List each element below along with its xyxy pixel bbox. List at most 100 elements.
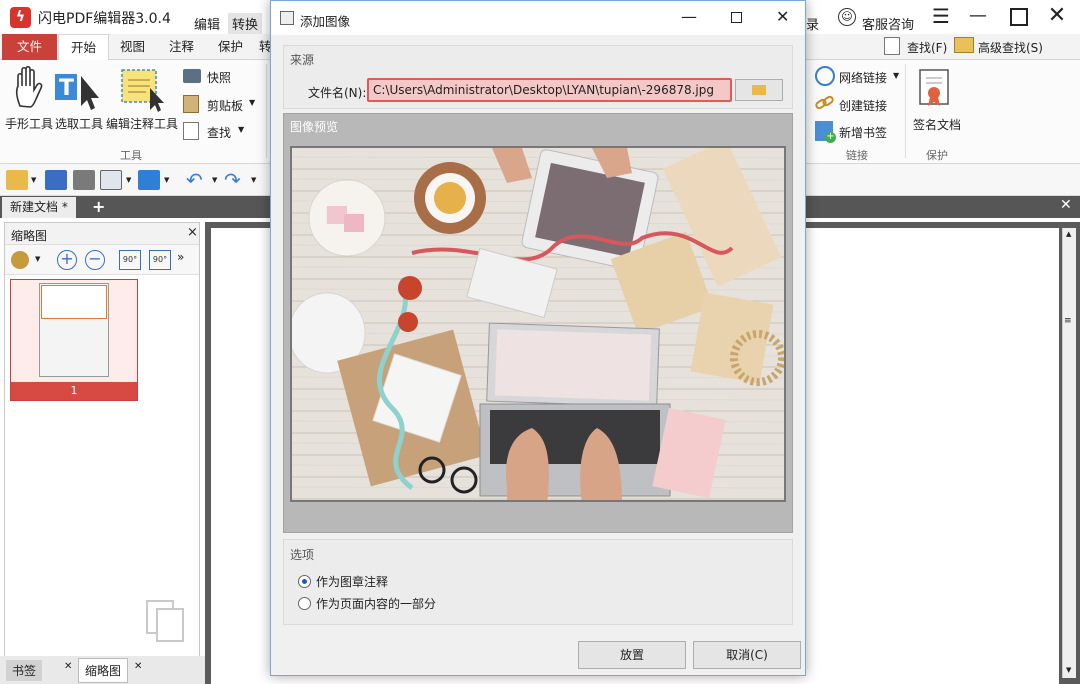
find-icon[interactable] [884, 37, 900, 55]
add-tab-icon[interactable]: + [92, 197, 105, 216]
email-icon[interactable] [100, 170, 122, 190]
globe-icon[interactable] [815, 66, 835, 86]
settings-gear-icon[interactable] [11, 251, 29, 269]
option-page-content-label[interactable]: 作为页面内容的一部分 [316, 595, 436, 612]
menu-convert[interactable]: 转换 [228, 13, 263, 34]
scroll-up-icon[interactable]: ▲ [1066, 230, 1071, 238]
menu-edit[interactable]: 编辑 [190, 13, 224, 34]
hamburger-menu-icon[interactable]: ☰ [925, 3, 957, 31]
place-button[interactable]: 放置 [578, 641, 686, 669]
radio-page-content[interactable] [298, 597, 311, 610]
vertical-scrollbar[interactable]: ▲ ≡ ▼ [1062, 228, 1076, 678]
advanced-find-icon[interactable] [954, 37, 974, 53]
more-tools-icon[interactable]: » [177, 250, 184, 264]
snapshot-label[interactable]: 快照 [207, 69, 231, 86]
dialog-close-icon[interactable]: ✕ [776, 7, 789, 26]
document-tab[interactable]: 新建文档 * [2, 197, 76, 218]
create-link-label[interactable]: 创建链接 [839, 97, 887, 114]
find-label[interactable]: 查找(F) [907, 39, 947, 56]
scanner-icon[interactable] [138, 170, 160, 190]
links-group-caption: 链接 [846, 149, 868, 162]
rotate-right-icon[interactable]: 90° [149, 250, 171, 270]
close-document-icon[interactable]: ✕ [1060, 197, 1072, 213]
save-icon[interactable] [45, 170, 67, 190]
open-dropdown-icon[interactable]: ▼ [31, 176, 36, 184]
find-small-label[interactable]: 查找 [207, 124, 231, 141]
ribbon-separator [905, 64, 906, 158]
cancel-button[interactable]: 取消(C) [693, 641, 801, 669]
settings-dropdown-icon[interactable]: ▼ [35, 255, 40, 263]
select-text-tool-icon[interactable]: T [55, 68, 103, 112]
chain-link-icon[interactable] [815, 94, 835, 112]
close-window-icon[interactable]: ✕ [1041, 3, 1073, 31]
page-thumbnail[interactable]: 1 [10, 279, 138, 401]
menu-support[interactable]: 客服咨询 [858, 13, 918, 34]
viewport-indicator [41, 285, 107, 319]
thumbnails-tab-close-icon[interactable]: ✕ [134, 661, 142, 672]
desk-photo-illustration [292, 148, 784, 500]
page-thumbnail-image [39, 283, 109, 377]
redo-dropdown-icon[interactable]: ▼ [251, 176, 256, 184]
thumbnail-panel: 缩略图 × ▼ + − 90° 90° » 1 [4, 222, 200, 658]
hand-tool-label[interactable]: 手形工具 [5, 115, 53, 132]
tab-home[interactable]: 开始 [58, 34, 110, 61]
bookmarks-tab-close-icon[interactable]: ✕ [64, 661, 72, 672]
panel-close-icon[interactable]: × [187, 225, 198, 240]
zoom-out-icon[interactable]: − [85, 250, 105, 270]
advanced-find-label[interactable]: 高级查找(S) [978, 39, 1043, 56]
file-name-label: 文件名(N): [308, 86, 367, 100]
clipboard-label[interactable]: 剪贴板 [207, 97, 243, 114]
dialog-maximize-icon[interactable] [731, 12, 742, 23]
tab-bookmarks[interactable]: 书签 [6, 660, 43, 681]
web-link-dropdown-icon[interactable]: ▼ [893, 71, 899, 80]
select-text-tool-label[interactable]: 选取工具 [55, 115, 103, 132]
sign-doc-label[interactable]: 签名文档 [913, 116, 961, 133]
svg-text:T: T [59, 76, 74, 101]
image-preview-section: 图像预览 [283, 113, 793, 533]
clipboard-dropdown-icon[interactable]: ▼ [249, 98, 255, 107]
dialog-title-bar: 添加图像 — ✕ [271, 1, 805, 35]
rotate-left-icon[interactable]: 90° [119, 250, 141, 270]
dialog-minimize-icon[interactable]: — [681, 7, 697, 26]
zoom-in-icon[interactable]: + [57, 250, 77, 270]
undo-dropdown-icon[interactable]: ▼ [212, 176, 217, 184]
web-link-label[interactable]: 网络链接 [839, 69, 887, 86]
ribbon-separator [266, 64, 267, 158]
app-title: 闪电PDF编辑器3.0.4 [38, 11, 171, 27]
edit-annotation-tool-label[interactable]: 编辑注释工具 [106, 115, 178, 132]
tab-annotate[interactable]: 注释 [157, 34, 206, 60]
clipboard-icon[interactable] [183, 95, 199, 113]
file-name-input[interactable]: C:\Users\Administrator\Desktop\LYAN\tupi… [367, 78, 732, 102]
panel-title: 缩略图 [11, 229, 48, 243]
certificate-icon[interactable] [918, 68, 952, 108]
tab-thumbnails[interactable]: 缩略图 [78, 658, 129, 683]
radio-stamp-annotation[interactable] [298, 575, 311, 588]
source-section: 来源 文件名(N): C:\Users\Administrator\Deskto… [283, 45, 793, 109]
maximize-icon[interactable] [1003, 3, 1035, 31]
edit-annotation-tool-icon[interactable] [118, 66, 166, 112]
camera-icon[interactable] [183, 69, 201, 83]
tab-protect[interactable]: 保护 [206, 34, 255, 60]
email-dropdown-icon[interactable]: ▼ [126, 176, 131, 184]
undo-icon[interactable]: ↶ [186, 168, 203, 192]
print-icon[interactable] [73, 170, 95, 190]
tools-group-caption: 工具 [120, 149, 142, 162]
source-header: 来源 [290, 53, 315, 67]
hand-tool-icon[interactable] [12, 65, 48, 110]
scroll-grip-icon[interactable]: ≡ [1064, 316, 1072, 326]
tab-file[interactable]: 文件 [2, 34, 57, 60]
browse-button[interactable] [735, 79, 783, 101]
find-document-icon[interactable] [183, 122, 199, 140]
scroll-down-icon[interactable]: ▼ [1066, 666, 1071, 674]
find-dropdown-icon[interactable]: ▼ [238, 125, 244, 134]
tab-view[interactable]: 视图 [108, 34, 157, 60]
scanner-dropdown-icon[interactable]: ▼ [164, 176, 169, 184]
panel-tabs-bar: 书签 ✕ 缩略图 ✕ [0, 656, 205, 684]
new-bookmark-label[interactable]: 新增书签 [839, 124, 887, 141]
open-folder-icon[interactable] [6, 170, 28, 190]
folder-icon [752, 85, 766, 95]
preview-header: 图像预览 [290, 120, 339, 134]
minimize-icon[interactable]: — [962, 3, 994, 31]
option-stamp-label[interactable]: 作为图章注释 [316, 573, 388, 590]
redo-icon[interactable]: ↷ [224, 168, 241, 192]
